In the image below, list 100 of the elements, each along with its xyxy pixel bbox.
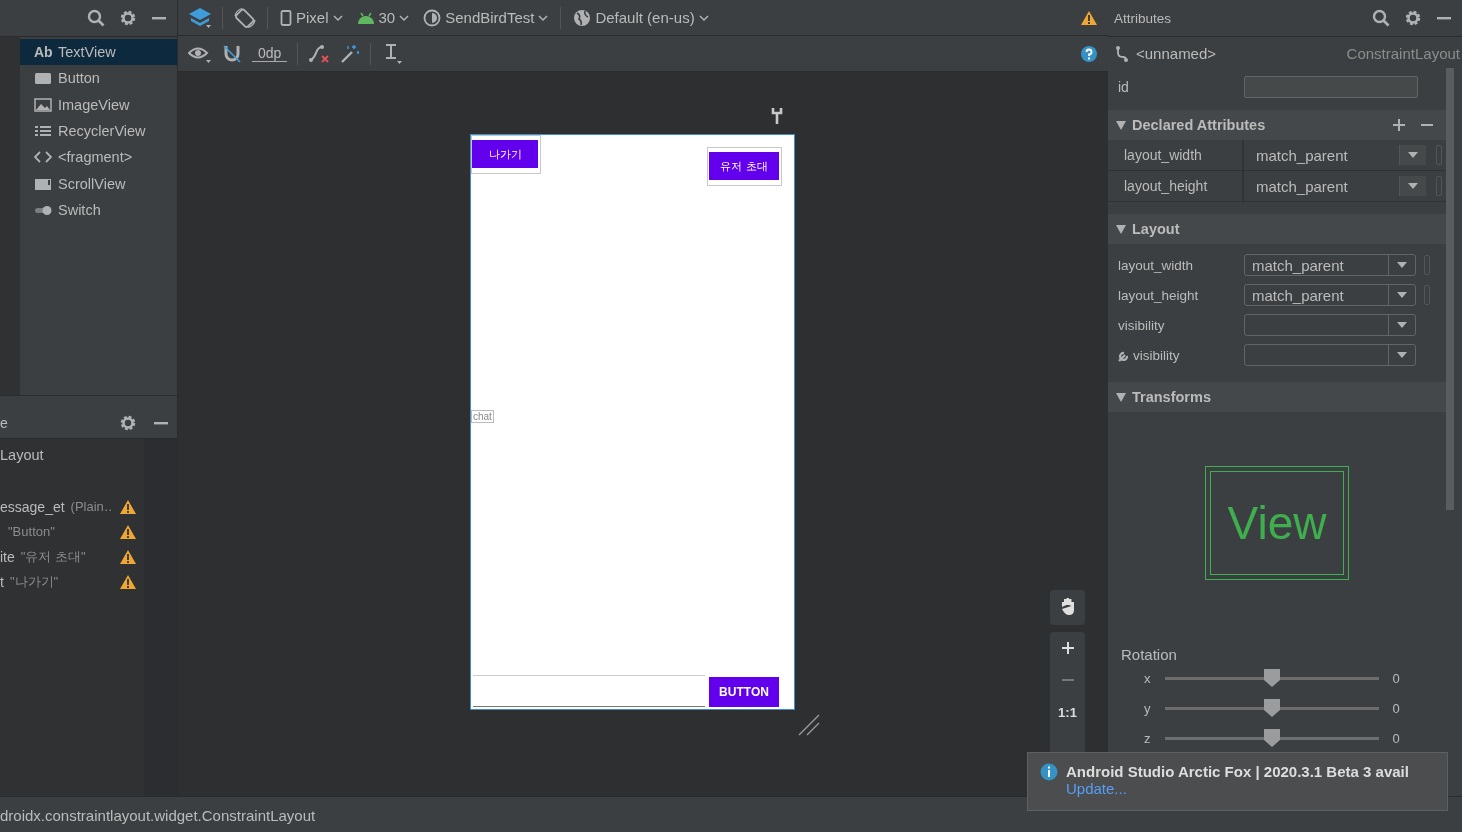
info-icon [1040,763,1058,781]
section-header[interactable]: Layout [1108,214,1446,244]
slider-thumb[interactable] [1262,668,1281,688]
scrollbar[interactable] [1446,68,1454,510]
axis-label: x [1144,670,1151,686]
device-dropdown[interactable]: Pixel [278,9,345,26]
chat-label: chat [471,410,494,423]
caret-icon [538,13,549,22]
section-title: Transforms [1132,389,1212,405]
phone-icon [280,9,292,26]
section-header[interactable]: Transforms [1108,382,1446,412]
invite-user-button[interactable]: 유저 초대 [709,152,779,180]
send-button[interactable]: BUTTON [709,677,779,707]
api-dropdown[interactable]: 30 [354,9,412,26]
attribute-value[interactable]: match_parent [1244,177,1399,195]
search-icon[interactable] [1372,9,1390,27]
message-input-field[interactable] [473,675,705,707]
status-text: droidx.constraintlayout.widget.ConstraintLayout [0,806,316,824]
tree-item[interactable]: ite [0,548,15,565]
text-icon: Ab [34,44,52,61]
code-icon [34,150,52,165]
exit-button[interactable]: 나가기 [472,140,538,168]
dropdown-button[interactable] [1399,176,1426,196]
attribute-name: id [1118,79,1130,95]
notification-title: Android Studio Arctic Fox | 2020.3.1 Beta 3 avail [1066,763,1409,780]
id-field[interactable] [1244,76,1418,98]
tree-item-detail: "유저 초대" [20,547,87,566]
palette-item[interactable]: Switch [20,196,177,224]
attribute-name: layout_width [1108,140,1244,170]
scroll-view-icon [34,176,52,191]
slider-thumb[interactable] [1262,698,1281,718]
expand-triangle-icon [1116,120,1126,130]
tree-item-detail: "나가기" [9,572,60,591]
image-icon [34,97,52,112]
palette-item[interactable]: ScrollView [20,170,177,197]
layers-icon[interactable] [188,6,212,29]
palette-item[interactable]: <fragment> [20,144,177,171]
theme-dropdown[interactable]: SendBirdTest [421,8,551,27]
attribute-name: visibility [1133,347,1180,363]
section-header[interactable]: Declared Attributes [1108,110,1446,140]
axis-label: z [1144,730,1151,746]
panel-title: e [0,415,9,431]
tree-item[interactable]: t [0,573,4,590]
plus-icon [1060,641,1075,655]
slider-thumb[interactable] [1262,728,1281,748]
slider-value: 0 [1392,730,1400,746]
dropdown-arrow-icon [1397,352,1407,358]
component-type: ConstraintLayout [1346,45,1460,62]
resize-handle-icon[interactable] [797,713,821,737]
magic-wand-icon[interactable] [340,43,361,64]
component-name: <unnamed> [1136,45,1217,62]
axis-label: y [1144,700,1151,716]
palette-item[interactable]: Ab TextView [20,39,177,66]
caret-icon [332,13,343,22]
attribute-name: layout_width [1118,257,1194,273]
attribute-name: layout_height [1118,287,1199,303]
expand-triangle-icon [1116,224,1126,234]
help-icon[interactable] [1080,44,1098,63]
clear-constraints-icon[interactable] [308,43,331,64]
settings-icon[interactable] [119,9,137,27]
dropdown-arrow-icon [1397,262,1407,268]
button-icon [34,71,52,86]
rotate-icon[interactable] [233,6,257,29]
locale-dropdown[interactable]: Default (en-us) [571,8,711,27]
caret-icon [399,13,410,22]
warning-icon[interactable] [1080,9,1098,26]
attribute-value[interactable]: match_parent [1244,146,1399,164]
settings-icon[interactable] [119,414,137,432]
tree-item-detail: "Button" [8,524,56,539]
palette-item[interactable]: RecyclerView [20,117,177,145]
dropdown-arrow-icon [1397,322,1407,328]
theme-icon [423,8,442,27]
list-icon [34,124,52,139]
android-icon [356,10,375,25]
constraint-layout-icon [1114,44,1130,63]
globe-icon [573,8,592,27]
tree-item[interactable]: Layout [0,447,144,472]
plus-icon [1392,118,1406,132]
palette-item[interactable]: ImageView [20,91,177,118]
tree-item[interactable]: essage_et [0,498,65,515]
rotation-label: Rotation [1121,646,1178,663]
caret-icon [698,13,709,22]
magnet-icon[interactable] [222,43,242,64]
update-link[interactable]: Update... [1066,780,1127,797]
dropdown-button[interactable] [1399,145,1426,165]
dropdown-arrow-icon [1408,152,1418,158]
slider-value: 0 [1392,670,1400,686]
search-icon[interactable] [87,9,105,27]
section-title: Declared Attributes [1132,117,1267,133]
panel-title: Attributes [1114,10,1173,26]
tree-item-detail: (Plain… [70,499,113,514]
dropdown-arrow-icon [1397,292,1407,298]
attribute-dropdown[interactable]: match_parent [1244,284,1416,306]
section-title: Layout [1132,221,1181,237]
attribute-dropdown[interactable]: match_parent [1244,254,1416,276]
dropdown-arrow-icon [1408,183,1418,189]
view-preview: View [1205,466,1349,580]
default-margin-button[interactable]: 0dp [252,45,288,62]
palette-item[interactable]: Button [20,65,177,92]
settings-icon[interactable] [1404,9,1422,27]
